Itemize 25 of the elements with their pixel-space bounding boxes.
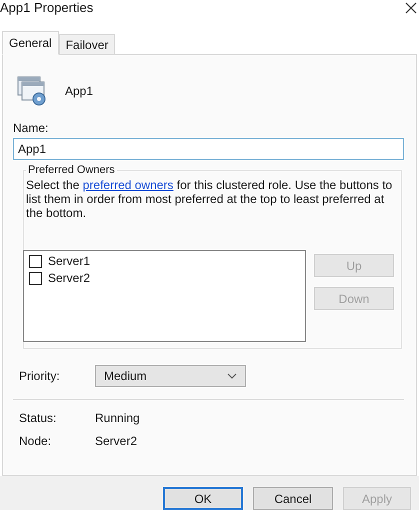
- close-icon[interactable]: [405, 2, 417, 14]
- tab[interactable]: Failover: [58, 34, 116, 56]
- tab[interactable]: General: [2, 31, 59, 56]
- priority-label: Priority:: [19, 369, 61, 384]
- info-label: Node:: [19, 434, 52, 448]
- preferred-owners-link[interactable]: preferred owners: [82, 178, 174, 192]
- checkbox[interactable]: [29, 272, 42, 285]
- server-name: Server2: [48, 271, 90, 286]
- role-name: App1: [65, 84, 94, 98]
- server-name: Server1: [48, 254, 90, 268]
- info-label: Status:: [19, 410, 58, 425]
- chevron-icon: [227, 373, 237, 380]
- owners-list[interactable]: Server1 Server2: [23, 250, 306, 342]
- checkbox[interactable]: [29, 254, 42, 268]
- dialog-button[interactable]: Cancel: [253, 487, 333, 510]
- priority-dropdown[interactable]: Medium: [95, 365, 246, 388]
- dialog-button[interactable]: OK: [163, 487, 243, 510]
- group-title: Preferred Owners: [26, 164, 117, 176]
- window-title: App1 Properties: [0, 0, 94, 15]
- info-value: Running: [95, 410, 140, 425]
- description: Select the preferred owners for this clustered role. Use the buttons to list them in order from most preferred at the top to least preferred at the bottom.: [26, 178, 394, 220]
- name-label: Name:: [13, 121, 50, 136]
- application-window-icon: [17, 76, 47, 106]
- info-value: Server2: [95, 434, 138, 448]
- name-field[interactable]: App1: [13, 138, 404, 160]
